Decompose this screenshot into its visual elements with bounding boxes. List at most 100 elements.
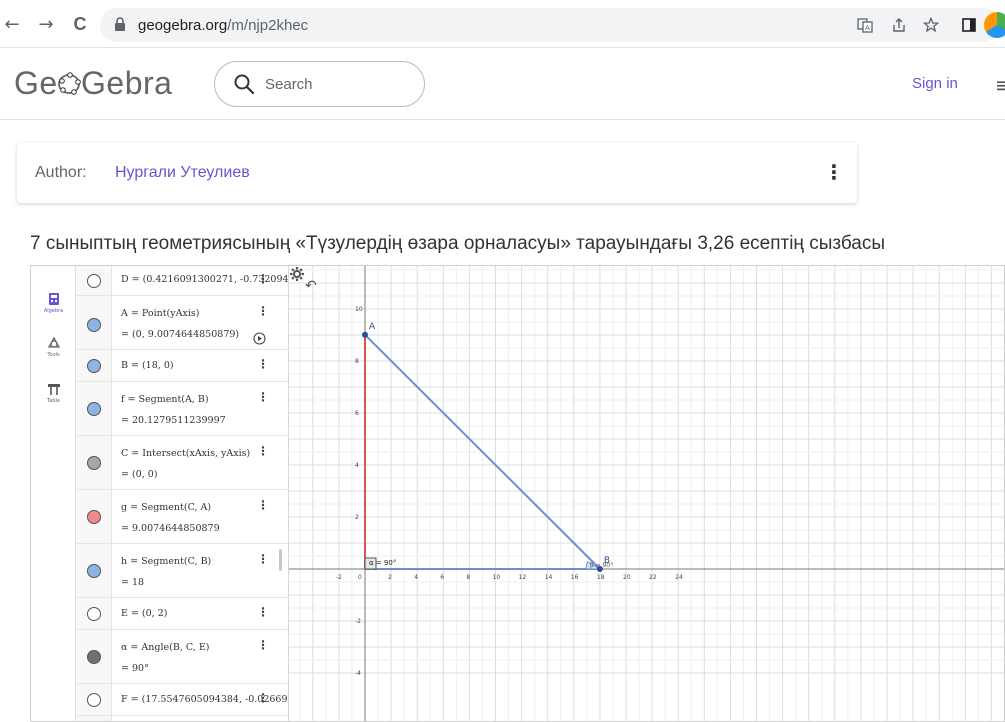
search-icon bbox=[234, 74, 255, 95]
y-tick-label: -4 bbox=[355, 670, 361, 677]
svg-text:A: A bbox=[865, 24, 870, 32]
row-menu-icon[interactable]: ⋮ bbox=[257, 691, 269, 705]
row-menu-icon[interactable]: ⋮ bbox=[257, 444, 269, 458]
y-tick-label: 8 bbox=[355, 358, 359, 365]
tools-icon bbox=[47, 336, 60, 348]
x-tick-label: 2 bbox=[388, 574, 392, 581]
algebra-row[interactable]: D = (0.4216091300271, -0.7320944 ⋮ bbox=[76, 266, 288, 296]
algebra-row[interactable]: C = Intersect(xAxis, yAxis) = (0, 0) ⋮ bbox=[76, 436, 288, 490]
row-menu-icon[interactable]: ⋮ bbox=[257, 638, 269, 652]
y-tick-label: 2 bbox=[355, 514, 359, 521]
x-tick-label: 18 bbox=[597, 574, 605, 581]
translate-icon[interactable]: A bbox=[856, 16, 874, 34]
algebra-row[interactable]: g = Segment(C, A) = 9.0074644850879 ⋮ bbox=[76, 490, 288, 544]
algebra-row[interactable]: A = Point(yAxis) = (0, 9.0074644850879) … bbox=[76, 296, 288, 350]
row-menu-icon[interactable]: ⋮ bbox=[257, 552, 269, 566]
browser-toolbar: ← → C geogebra.org/m/njp2khec A bbox=[0, 0, 1005, 48]
svg-text:Gebra: Gebra bbox=[81, 65, 172, 101]
url-text: geogebra.org/m/njp2khec bbox=[138, 17, 308, 34]
algebra-row[interactable]: α = Angle(B, C, E) = 90° ⋮ bbox=[76, 630, 288, 684]
algebra-definition: A = Point(yAxis) bbox=[121, 308, 200, 319]
algebra-value: = 20.1279511239997 bbox=[121, 415, 226, 426]
y-tick-label: 6 bbox=[355, 410, 359, 417]
point-a bbox=[362, 331, 368, 338]
row-menu-icon[interactable]: ⋮ bbox=[257, 304, 269, 318]
row-menu-icon[interactable]: ⋮ bbox=[257, 390, 269, 404]
lock-icon bbox=[115, 17, 125, 31]
algebra-row[interactable]: B = (18, 0) ⋮ bbox=[76, 350, 288, 382]
reload-icon[interactable]: C bbox=[70, 14, 90, 34]
author-label: Author: bbox=[35, 164, 87, 181]
hamburger-menu-icon[interactable]: ≡ bbox=[995, 73, 1005, 97]
applet-side-toolbar: Algebra Tools Table bbox=[31, 266, 76, 721]
algebra-tab[interactable]: Algebra bbox=[31, 292, 76, 314]
activity-description: 7 сыныптың геометриясының «Түзулердің өз… bbox=[30, 233, 886, 254]
visibility-toggle[interactable] bbox=[87, 274, 101, 288]
point-b-label: B bbox=[604, 556, 610, 566]
visibility-toggle[interactable] bbox=[87, 456, 101, 470]
url-host: geogebra.org bbox=[138, 17, 228, 34]
settings-gear-icon[interactable] bbox=[289, 266, 305, 282]
x-tick-label: 24 bbox=[675, 574, 683, 581]
visibility-toggle[interactable] bbox=[87, 693, 101, 707]
visibility-toggle[interactable] bbox=[87, 402, 101, 416]
undo-icon[interactable]: ↶ bbox=[305, 278, 317, 294]
search-box[interactable] bbox=[214, 61, 425, 107]
tools-tab[interactable]: Tools bbox=[31, 336, 76, 358]
algebra-row[interactable]: E = (0, 2) ⋮ bbox=[76, 598, 288, 630]
x-tick-label: 0 bbox=[358, 574, 362, 581]
calculator-icon bbox=[48, 293, 59, 305]
visibility-toggle[interactable] bbox=[87, 564, 101, 578]
play-icon[interactable] bbox=[253, 332, 266, 345]
side-panel-icon[interactable] bbox=[960, 16, 978, 34]
screen: ← → C geogebra.org/m/njp2khec A Ge Gebra… bbox=[0, 0, 1005, 722]
algebra-value: = (0, 9.0074644850879) bbox=[121, 329, 240, 340]
algebra-definition: α = Angle(B, C, E) bbox=[121, 642, 210, 653]
forward-arrow-icon[interactable]: → bbox=[36, 14, 56, 35]
visibility-toggle[interactable] bbox=[87, 359, 101, 373]
visibility-toggle[interactable] bbox=[87, 650, 101, 664]
algebra-row[interactable]: f = Segment(A, B) = 20.1279511239997 ⋮ bbox=[76, 382, 288, 436]
x-tick-label: 22 bbox=[649, 574, 657, 581]
table-tab[interactable]: Table bbox=[31, 382, 76, 404]
share-icon[interactable] bbox=[890, 16, 908, 34]
x-tick-label: 4 bbox=[414, 574, 418, 581]
search-input[interactable] bbox=[265, 74, 415, 94]
y-tick-label: -2 bbox=[355, 618, 361, 625]
row-menu-icon[interactable]: ⋮ bbox=[257, 498, 269, 512]
row-menu-icon[interactable]: ⋮ bbox=[257, 272, 269, 286]
graphics-view[interactable]: -2 0 2 4 6 8 10 12 14 16 18 20 22 24 10 8 6 4 2 -2 -4 α = 90°… bbox=[289, 266, 1005, 722]
algebra-tab-label: Algebra bbox=[43, 308, 64, 314]
svg-text:Ge: Ge bbox=[14, 65, 58, 101]
algebra-row[interactable]: h = Segment(C, B) = 18 ⋮ bbox=[76, 544, 288, 598]
url-path: /m/njp2khec bbox=[227, 17, 309, 34]
author-name-link[interactable]: Нургали Утеулиев bbox=[115, 164, 250, 182]
tools-tab-label: Tools bbox=[47, 352, 60, 358]
profile-avatar[interactable] bbox=[984, 12, 1005, 38]
algebra-scrollbar[interactable] bbox=[279, 549, 282, 571]
x-tick-label: 6 bbox=[440, 574, 444, 581]
x-tick-label: 14 bbox=[545, 574, 553, 581]
row-menu-icon[interactable]: ⋮ bbox=[257, 605, 269, 619]
star-icon[interactable] bbox=[922, 16, 940, 34]
x-tick-label: 10 bbox=[493, 574, 501, 581]
page-title-fragment bbox=[28, 120, 428, 128]
algebra-definition: E = (0, 2) bbox=[121, 608, 168, 619]
sign-in-link[interactable]: Sign in bbox=[912, 75, 958, 92]
back-arrow-icon[interactable]: ← bbox=[2, 14, 22, 35]
y-tick-label: 10 bbox=[355, 306, 363, 313]
algebra-definition: h = Segment(C, B) bbox=[121, 556, 212, 567]
more-options-icon[interactable]: ⋮ bbox=[824, 160, 844, 184]
visibility-toggle[interactable] bbox=[87, 607, 101, 621]
graphics-canvas[interactable]: -2 0 2 4 6 8 10 12 14 16 18 20 22 24108642-2-4α = 90°… bbox=[289, 266, 1005, 722]
algebra-value: = 90° bbox=[121, 663, 149, 674]
visibility-toggle[interactable] bbox=[87, 318, 101, 332]
address-bar[interactable]: geogebra.org/m/njp2khec A bbox=[100, 8, 1005, 42]
algebra-view: D = (0.4216091300271, -0.7320944 ⋮ A = P… bbox=[76, 266, 289, 721]
x-tick-label: 16 bbox=[571, 574, 579, 581]
visibility-toggle[interactable] bbox=[87, 510, 101, 524]
row-menu-icon[interactable]: ⋮ bbox=[257, 357, 269, 371]
algebra-value: = (0, 0) bbox=[121, 469, 158, 480]
site-header: Ge Gebra Sign in ≡ bbox=[0, 48, 1005, 120]
algebra-row[interactable]: F = (17.5547605094384, -0.0266980 ⋮ bbox=[76, 684, 288, 716]
